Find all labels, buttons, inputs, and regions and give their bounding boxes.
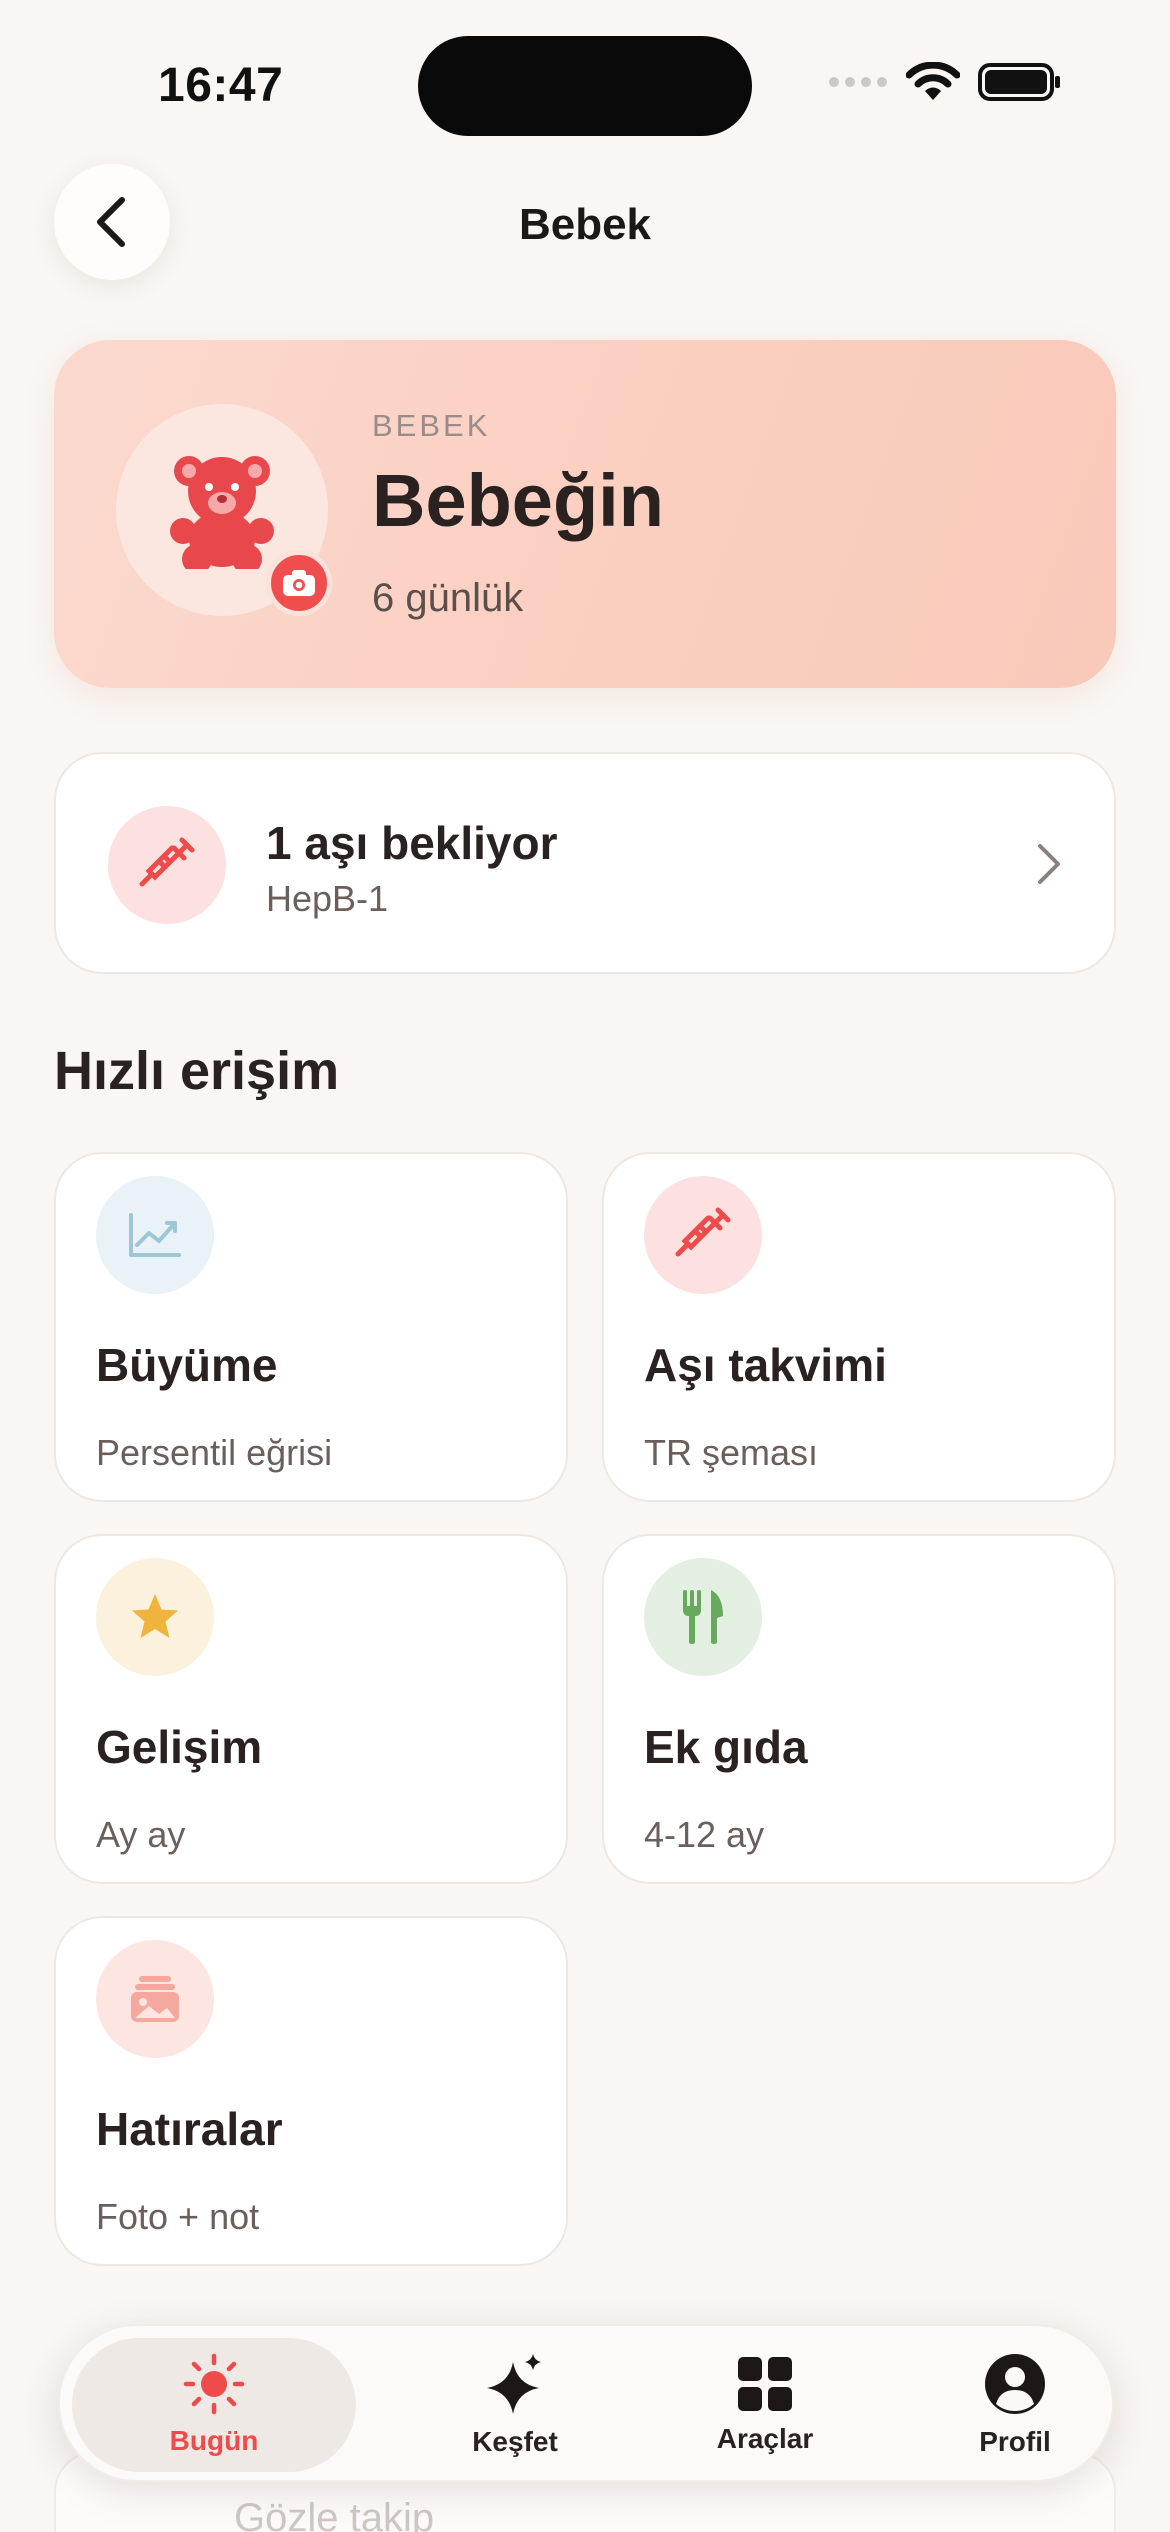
tile-subtitle: 4-12 ay <box>644 1814 765 1855</box>
sparkle-icon <box>487 2354 541 2414</box>
tab-explore[interactable]: Keşfet <box>390 2326 640 2484</box>
development-icon-badge <box>96 1558 214 1676</box>
tab-tools[interactable]: Araçlar <box>640 2326 890 2484</box>
quick-access-title: Hızlı erişim <box>54 1041 340 1101</box>
vaccine-icon-badge <box>108 806 226 924</box>
memories-icon-badge <box>96 1940 214 2058</box>
tab-label: Bugün <box>169 2425 259 2456</box>
baby-screen: 16:47 Bebek BEBEK Bebeğin 6 günlük 1 aşı… <box>0 0 1170 2532</box>
vaccine-title: 1 aşı bekliyor <box>266 817 558 869</box>
status-time: 16:47 <box>158 59 284 112</box>
sun-icon <box>183 2353 245 2415</box>
syringe-icon <box>139 837 195 887</box>
star-icon <box>132 1594 178 1638</box>
vaccine-schedule-icon-badge <box>644 1176 762 1294</box>
food-icon-badge <box>644 1558 762 1676</box>
battery-icon <box>978 63 1060 101</box>
fork-knife-icon <box>683 1590 723 1644</box>
tile-subtitle: Foto + not <box>96 2196 260 2237</box>
page-title: Bebek <box>518 200 652 249</box>
tile-title: Hatıralar <box>96 2103 283 2155</box>
tile-title: Aşı takvimi <box>644 1339 887 1391</box>
person-icon <box>985 2354 1045 2414</box>
tile-subtitle: Ay ay <box>96 1814 186 1855</box>
tile-title: Gelişim <box>96 1721 263 1773</box>
photo-album-icon <box>131 1976 179 2022</box>
camera-icon <box>283 570 315 596</box>
teddy-bear-icon <box>170 456 274 569</box>
tile-subtitle: TR şeması <box>644 1432 819 1473</box>
list-item-label: Gözle takip <box>234 2496 435 2532</box>
growth-icon-badge <box>96 1176 214 1294</box>
status-icons <box>828 62 1062 102</box>
tile-title: Ek gıda <box>644 1721 808 1773</box>
tile-development[interactable]: Gelişim Ay ay <box>54 1534 568 1884</box>
baby-profile-card[interactable]: BEBEK Bebeğin 6 günlük <box>54 340 1116 688</box>
tile-complementary-food[interactable]: Ek gıda 4-12 ay <box>602 1534 1116 1884</box>
change-photo-button[interactable] <box>266 550 332 616</box>
hero-kicker: BEBEK <box>372 408 491 443</box>
tile-growth[interactable]: Büyüme Persentil eğrisi <box>54 1152 568 1502</box>
tile-subtitle: Persentil eğrisi <box>96 1432 333 1473</box>
tab-bar: Bugün Keşfet Araçlar Profil <box>58 2324 1114 2482</box>
chevron-right-icon <box>1038 844 1060 884</box>
syringe-icon <box>675 1207 731 1257</box>
tab-label: Profil <box>979 2426 1051 2457</box>
tile-vaccine-schedule[interactable]: Aşı takvimi TR şeması <box>602 1152 1116 1502</box>
baby-age: 6 günlük <box>372 576 524 620</box>
tile-memories[interactable]: Hatıralar Foto + not <box>54 1916 568 2266</box>
cellular-signal-icon <box>829 77 887 87</box>
baby-name: Bebeğin <box>372 459 664 542</box>
dynamic-island <box>418 36 752 136</box>
wifi-icon <box>906 62 960 100</box>
vaccine-subtitle: HepB-1 <box>266 878 389 919</box>
tab-label: Keşfet <box>472 2426 558 2457</box>
tile-title: Büyüme <box>96 1339 278 1391</box>
pending-vaccine-card[interactable]: 1 aşı bekliyor HepB-1 <box>54 752 1116 974</box>
tab-today[interactable]: Bugün <box>72 2338 356 2472</box>
chart-line-icon <box>129 1213 181 1257</box>
tab-label: Araçlar <box>716 2423 814 2454</box>
tab-profile[interactable]: Profil <box>890 2326 1140 2484</box>
grid-icon <box>738 2357 792 2411</box>
